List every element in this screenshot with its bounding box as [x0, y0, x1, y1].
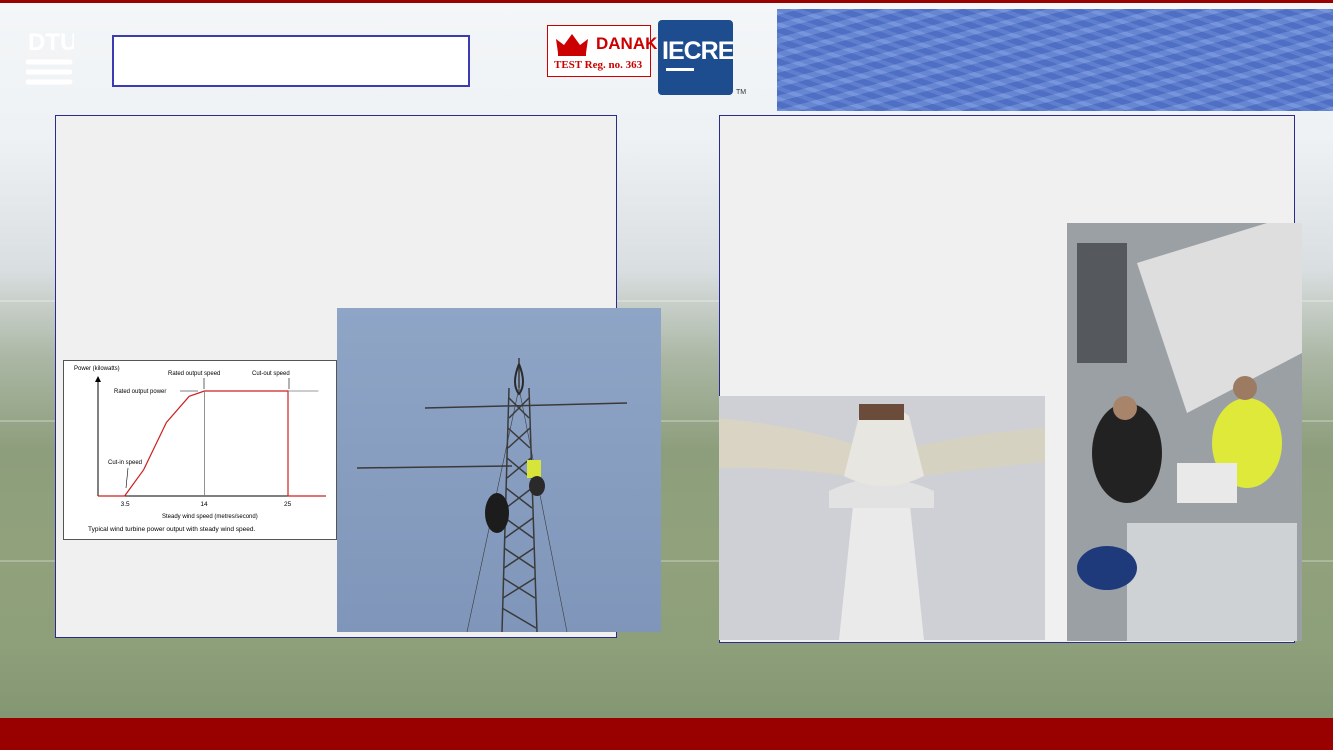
top-rule	[0, 0, 1333, 3]
iecre-bars-icon	[666, 68, 694, 71]
x-axis-label: Steady wind speed (metres/second)	[162, 514, 258, 520]
annotation-cut-in: Cut-in speed	[108, 460, 142, 466]
y-axis-label: Power (kilowatts)	[74, 366, 120, 372]
footer-bar	[0, 718, 1333, 750]
iecre-logo: IECRE	[658, 20, 734, 95]
chart-caption: Typical wind turbine power output with s…	[88, 526, 255, 533]
met-mast-photo	[337, 308, 661, 632]
danak-reg: TEST Reg. no. 363	[554, 59, 643, 71]
power-curve-chart: Power (kilowatts) Rated output speed Cut…	[63, 360, 337, 540]
danak-name: DANAK	[596, 34, 658, 53]
cut-in-leader	[125, 467, 129, 489]
power-curve-line	[98, 390, 326, 497]
crown-icon	[556, 34, 588, 56]
nacelle-photo	[1067, 223, 1302, 641]
header-pattern	[777, 9, 1333, 111]
annotation-cut-out: Cut-out speed	[252, 371, 290, 377]
dtu-logo: DTU	[25, 26, 77, 98]
annotation-rated-speed: Rated output speed	[168, 371, 220, 377]
logo-text: DTU	[28, 29, 74, 56]
rotor-photo	[719, 396, 1045, 640]
annotation-rated-power: Rated output power	[114, 389, 166, 395]
title-box[interactable]	[112, 35, 470, 87]
x-tick-label: 3.5	[121, 501, 130, 508]
iecre-tm: TM	[736, 89, 747, 96]
x-tick-label: 25	[284, 501, 292, 508]
x-tick-label: 14	[200, 501, 208, 508]
iecre-text: IECRE	[662, 37, 734, 65]
danak-logo: DANAK TEST Reg. no. 363	[547, 25, 657, 77]
